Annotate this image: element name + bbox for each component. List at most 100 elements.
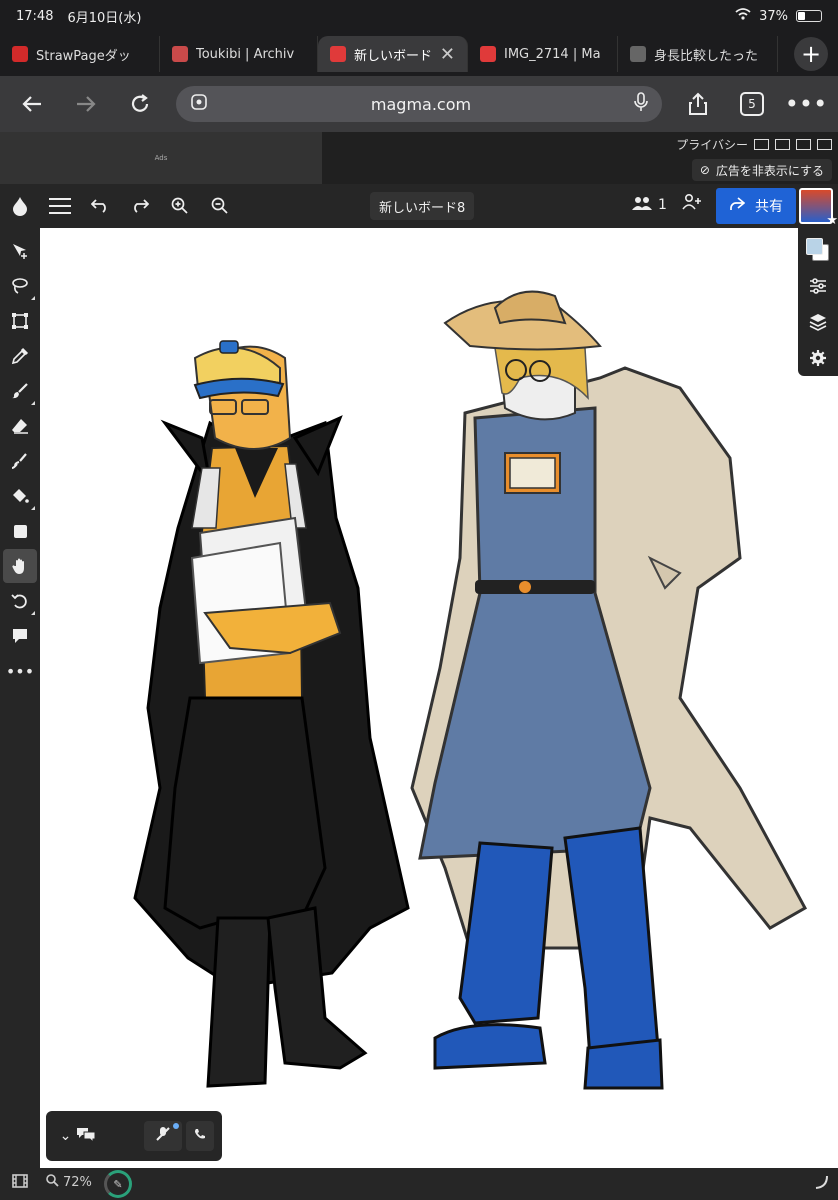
forward-icon[interactable] — [68, 86, 104, 122]
submenu-indicator — [31, 296, 35, 300]
tab-label: Toukibi | Archiv — [196, 46, 295, 62]
reload-icon[interactable] — [122, 86, 158, 122]
hide-ads-button[interactable]: ⊘ 広告を非表示にする — [691, 159, 832, 181]
address-bar[interactable]: magma.com — [176, 86, 662, 122]
ad-slot[interactable]: Ads — [0, 132, 322, 184]
undo-icon[interactable] — [80, 184, 120, 228]
submenu-indicator — [31, 401, 35, 405]
tab-strip: StrawPageダッ Toukibi | Archiv 新しいボード ✕ IM… — [0, 32, 838, 76]
users-icon — [632, 196, 652, 214]
shape-icon[interactable] — [3, 514, 37, 548]
lasso-icon[interactable] — [3, 269, 37, 303]
bottom-bar: 72% ✎ — [0, 1168, 838, 1200]
strawpage-favicon-icon — [12, 46, 28, 62]
status-bar: 17:48 6月10日(水) 37% — [0, 0, 838, 32]
resize-handle-icon[interactable] — [814, 1174, 828, 1193]
layout-left-icon[interactable] — [796, 139, 811, 150]
board-name-button[interactable]: 新しいボード8 — [370, 192, 475, 220]
eyedropper-icon[interactable] — [3, 339, 37, 373]
mic-icon[interactable] — [634, 92, 648, 116]
comment-icon[interactable] — [3, 619, 37, 653]
drawing-canvas[interactable] — [40, 228, 838, 1168]
tab-label: StrawPageダッ — [36, 48, 131, 64]
close-tab-icon[interactable]: ✕ — [440, 44, 455, 65]
brush-icon[interactable] — [3, 374, 37, 408]
mic-off-icon — [155, 1126, 171, 1146]
settings-icon[interactable] — [801, 340, 835, 376]
site-info-icon[interactable] — [190, 93, 208, 115]
url-text[interactable]: magma.com — [218, 95, 624, 114]
mute-mic-button[interactable] — [144, 1121, 182, 1151]
tab-count: 5 — [740, 92, 764, 116]
submenu-indicator — [31, 506, 35, 510]
users-button[interactable]: 1 — [632, 196, 667, 214]
rotate-icon[interactable] — [3, 584, 37, 618]
magnifier-icon — [46, 1174, 59, 1191]
magma-favicon-icon — [480, 46, 496, 62]
right-panel — [798, 228, 838, 376]
call-button[interactable] — [186, 1121, 214, 1151]
ads-label: Ads — [154, 154, 168, 162]
collab-panel: ⌄ — [46, 1111, 222, 1161]
eraser-icon[interactable] — [3, 409, 37, 443]
tab-label: 身長比較したった — [654, 48, 759, 64]
tab-switcher-button[interactable]: 5 — [734, 86, 770, 122]
privacy-controls: プライバシー — [676, 136, 832, 153]
more-tools-icon[interactable]: ••• — [3, 654, 37, 688]
adjustments-icon[interactable] — [801, 268, 835, 304]
zoom-control[interactable]: 72% — [46, 1174, 92, 1191]
magma-logo-icon[interactable] — [0, 184, 40, 228]
more-icon[interactable]: ••• — [785, 86, 827, 122]
submenu-indicator — [31, 611, 35, 615]
tab-toukibi[interactable]: Toukibi | Archiv — [160, 36, 318, 72]
layout-right-icon[interactable] — [817, 139, 832, 150]
tab-height-compare[interactable]: 身長比較したった — [618, 36, 778, 72]
hide-ads-label: 広告を非表示にする — [715, 163, 824, 178]
layers-icon[interactable] — [801, 304, 835, 340]
filmstrip-icon[interactable] — [12, 1174, 28, 1192]
brush-progress-ring[interactable]: ✎ — [104, 1170, 132, 1198]
chat-bubbles-icon — [76, 1126, 96, 1146]
layout-full-icon[interactable] — [754, 139, 769, 150]
back-icon[interactable] — [14, 86, 50, 122]
status-time: 17:48 — [16, 8, 54, 24]
status-right: 37% — [735, 8, 822, 24]
toukibi-favicon-icon — [172, 46, 188, 62]
share-arrow-icon — [729, 197, 746, 215]
zoom-out-icon[interactable] — [200, 184, 240, 228]
move-icon[interactable] — [3, 234, 37, 268]
chat-toggle-button[interactable]: ⌄ — [54, 1121, 102, 1151]
transform-icon[interactable] — [3, 304, 37, 338]
hand-icon[interactable] — [3, 549, 37, 583]
tab-new-board[interactable]: 新しいボード ✕ — [318, 36, 468, 72]
color-swatch[interactable] — [801, 232, 835, 268]
tab-label: 新しいボード — [354, 48, 432, 64]
zoom-level: 72% — [63, 1175, 92, 1190]
privacy-label[interactable]: プライバシー — [676, 136, 748, 153]
new-tab-button[interactable]: + — [794, 37, 828, 71]
tab-label: IMG_2714 | Ma — [504, 46, 601, 62]
menu-icon[interactable] — [40, 184, 80, 228]
battery-percent: 37% — [759, 8, 788, 24]
smudge-icon[interactable] — [3, 444, 37, 478]
share-button[interactable]: 共有 — [716, 188, 796, 224]
page-favicon-icon — [630, 46, 646, 62]
star-icon: ★ — [826, 213, 838, 228]
layout-bottom-icon[interactable] — [775, 139, 790, 150]
magma-favicon-icon — [330, 46, 346, 62]
chevron-down-icon: ⌄ — [59, 1128, 72, 1144]
primary-color-swatch[interactable] — [806, 238, 823, 255]
status-date: 6月10日(水) — [67, 10, 142, 26]
zoom-in-icon[interactable] — [160, 184, 200, 228]
tab-strawpage[interactable]: StrawPageダッ — [0, 36, 160, 72]
tab-img-2714[interactable]: IMG_2714 | Ma — [468, 36, 618, 72]
share-label: 共有 — [755, 199, 783, 215]
avatar[interactable]: ★ — [799, 188, 838, 228]
redo-icon[interactable] — [120, 184, 160, 228]
app-header: 新しいボード8 1 共有 ★ — [0, 184, 838, 228]
user-count: 1 — [658, 197, 667, 213]
add-user-icon[interactable] — [682, 193, 702, 215]
fill-icon[interactable] — [3, 479, 37, 513]
battery-icon — [796, 10, 822, 22]
share-icon[interactable] — [680, 86, 716, 122]
